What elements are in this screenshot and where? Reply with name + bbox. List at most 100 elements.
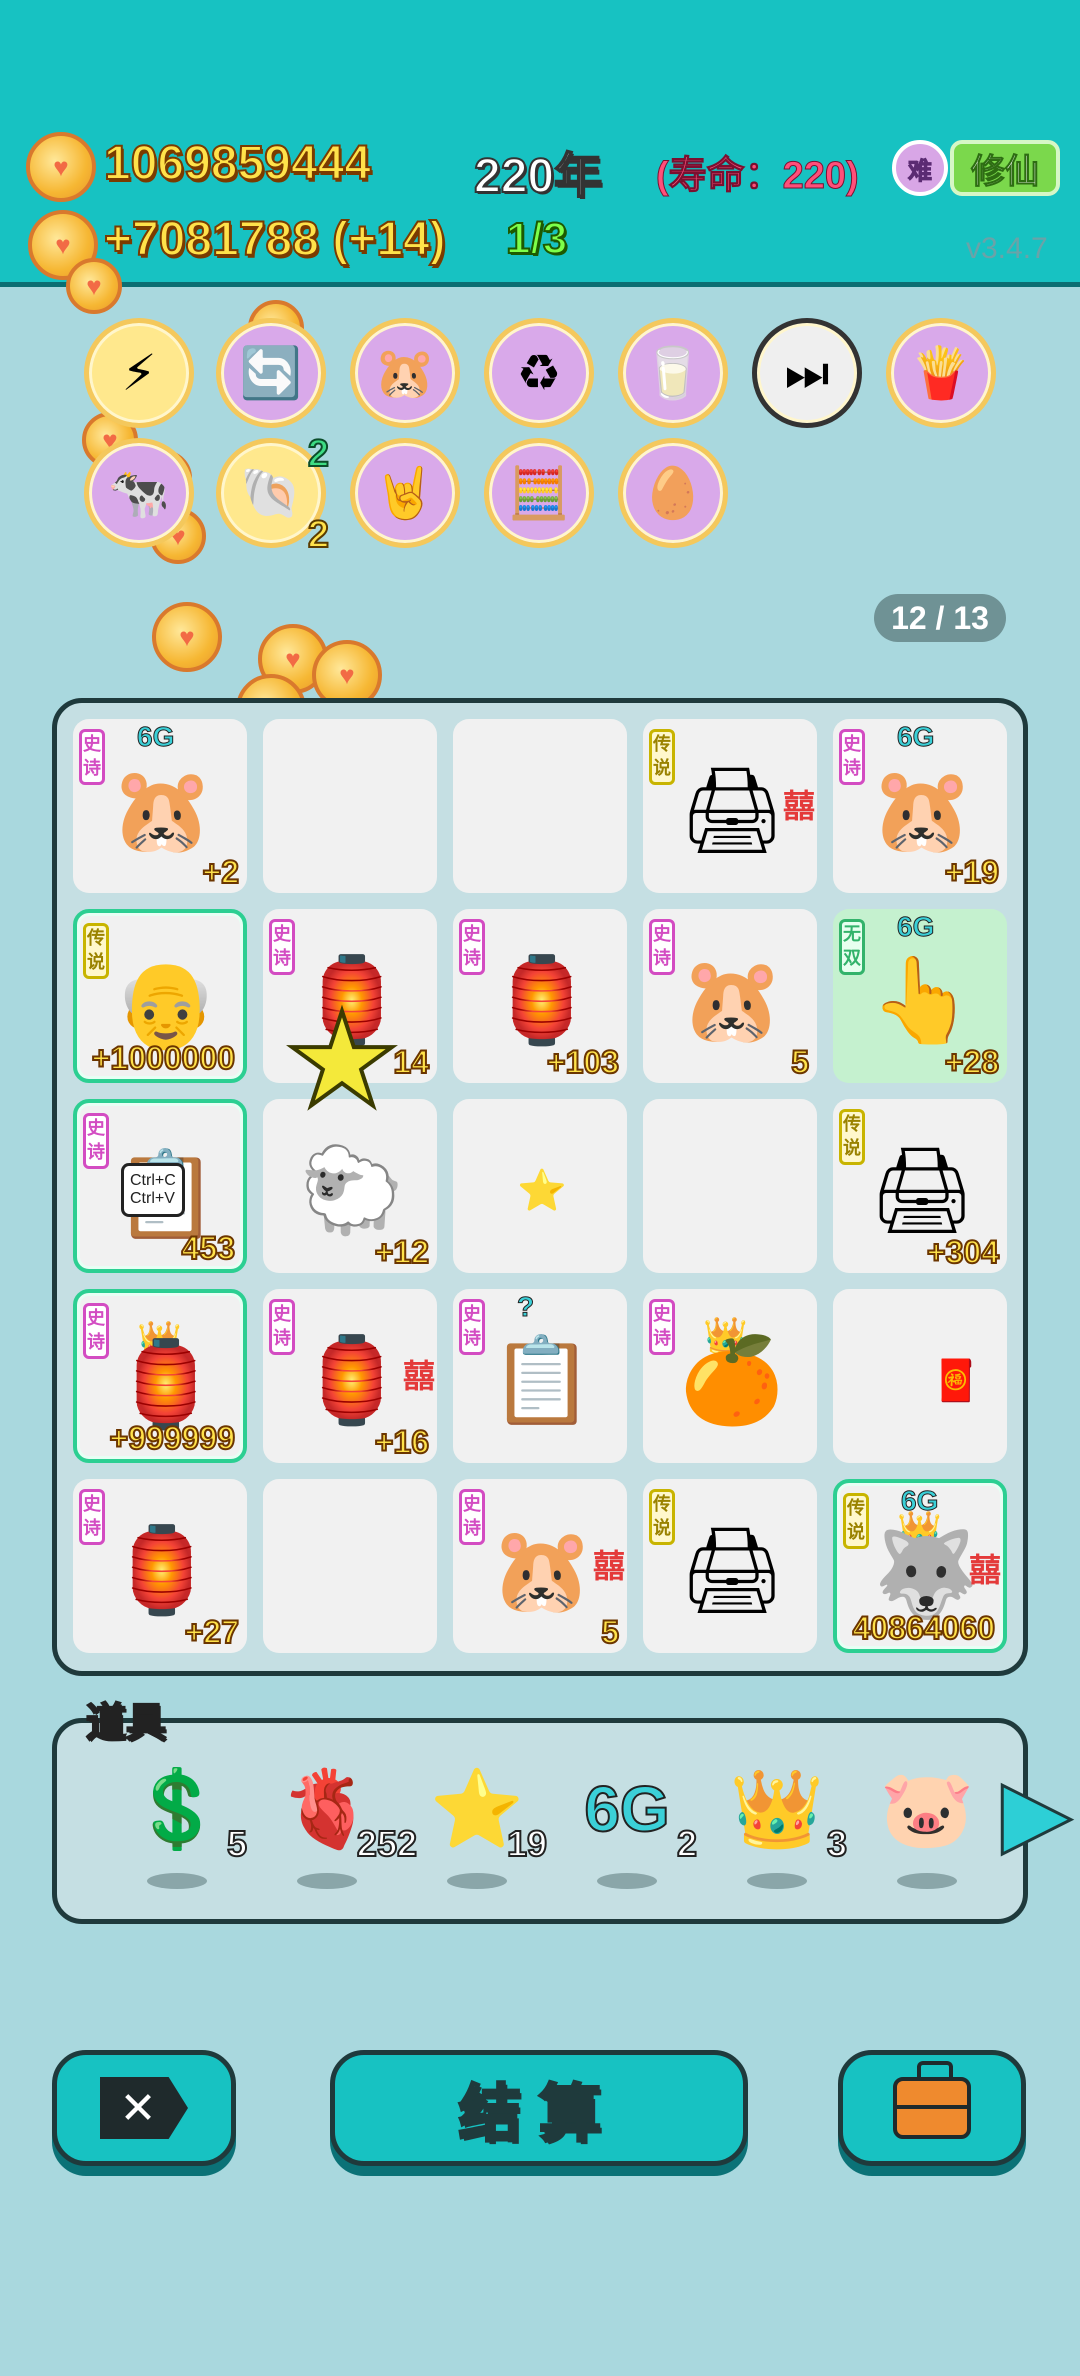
round-progress: 1/3 bbox=[505, 213, 568, 264]
tile-value: +27 bbox=[184, 1613, 240, 1651]
relic-three-hamsters-icon[interactable]: 🐹 bbox=[350, 318, 460, 428]
board-tile-rabbit-tent[interactable]: 史诗 🏮 囍 +16 bbox=[263, 1289, 437, 1463]
board-tile-printer[interactable]: 传说 🖨 +304 bbox=[833, 1099, 1007, 1273]
briefcase-icon bbox=[893, 2061, 971, 2139]
item-qty: 19 bbox=[506, 1822, 548, 1865]
coin-icon: ♥ bbox=[26, 132, 96, 202]
item-dollar-coin[interactable]: 💲 5 bbox=[107, 1753, 248, 1903]
close-button[interactable]: ✕ bbox=[52, 2050, 236, 2166]
item-6g[interactable]: 6G 2 bbox=[557, 1753, 698, 1903]
board-tile-empty[interactable] bbox=[453, 719, 627, 893]
board-tile-hamster[interactable]: 史诗 6G 🐹 +2 bbox=[73, 719, 247, 893]
board-tile-hamster[interactable]: 史诗 🐹 5 bbox=[643, 909, 817, 1083]
board-tile-printer[interactable]: 传说 🖨 bbox=[643, 1479, 817, 1653]
board-tile-printer[interactable]: 传说 🖨 囍 bbox=[643, 719, 817, 893]
board-tile-rabbit-tent[interactable]: 史诗 🏮 +27 bbox=[73, 1479, 247, 1653]
board-tile-hamster[interactable]: 史诗 6G 🐹 +19 bbox=[833, 719, 1007, 893]
rarity-tag: 史诗 bbox=[459, 1489, 485, 1545]
flying-coin-icon: ♥ bbox=[66, 258, 122, 314]
lifespan-display: (寿命：220) bbox=[656, 155, 860, 198]
item-qty: 3 bbox=[826, 1822, 848, 1865]
hamster-icon: 🐹 bbox=[869, 762, 975, 857]
tile-value: +999999 bbox=[109, 1419, 236, 1457]
dollar-coin-icon: 💲 bbox=[129, 1767, 225, 1852]
relic-skip-icon[interactable]: ⏭ bbox=[752, 318, 862, 428]
board-tile-small-star[interactable]: ⭐ bbox=[453, 1099, 627, 1273]
item-crown[interactable]: 👑 3 bbox=[707, 1753, 848, 1903]
board-tile-empty[interactable] bbox=[263, 1479, 437, 1653]
relic-shell-count: 2 bbox=[307, 513, 330, 557]
unknown-badge: ? bbox=[516, 1291, 535, 1323]
6g-badge: 6G bbox=[896, 911, 935, 943]
board-tile-copy-paste[interactable]: 史诗📋Ctrl+C Ctrl+V453 bbox=[73, 1099, 247, 1273]
tile-value: +304 bbox=[926, 1233, 1000, 1271]
board-tile-empty[interactable] bbox=[643, 1099, 817, 1273]
coin-total: 1069859444 bbox=[103, 136, 372, 191]
tile-value: +28 bbox=[944, 1043, 1000, 1081]
board-tile-fu-charm[interactable]: 🧧 bbox=[833, 1289, 1007, 1463]
double-happiness-icon: 囍 bbox=[968, 1552, 1001, 1588]
close-icon: ✕ bbox=[100, 2077, 188, 2139]
crown-icon: 👑 bbox=[729, 1767, 825, 1852]
double-happiness-icon: 囍 bbox=[592, 1548, 625, 1584]
difficulty-badge[interactable]: 难 bbox=[892, 140, 948, 196]
settle-button[interactable]: 结算 bbox=[330, 2050, 748, 2166]
board-tile-old-man[interactable]: 传说 👴 +1000000 bbox=[73, 909, 247, 1083]
rabbit-tent-icon: 🏮 bbox=[299, 1332, 405, 1427]
rarity-tag: 史诗 bbox=[649, 919, 675, 975]
rarity-tag: 传说 bbox=[649, 729, 675, 785]
6g-badge: 6G bbox=[896, 721, 935, 753]
board-tile-hamster[interactable]: 史诗 🐹 囍 5 bbox=[453, 1479, 627, 1653]
rarity-tag: 无双 bbox=[839, 919, 865, 975]
board-tile-pointing-hand[interactable]: 无双 6G 👆 +28 bbox=[833, 909, 1007, 1083]
item-liver[interactable]: 🫀 252 bbox=[257, 1753, 418, 1903]
board-tile-orange-crowned[interactable]: 史诗 👑 🍊 bbox=[643, 1289, 817, 1463]
relic-cow-icon[interactable]: 🐄 bbox=[84, 438, 194, 548]
printer-icon: 🖨 bbox=[868, 1142, 976, 1237]
board-tile-husky-crowned[interactable]: 传说 6G 👑 🐺 囍 40864060 bbox=[833, 1479, 1007, 1653]
orange-crowned-icon: 🍊 bbox=[679, 1332, 785, 1427]
tile-value: +12 bbox=[374, 1233, 430, 1271]
mode-button[interactable]: 修仙 bbox=[950, 140, 1060, 196]
item-star[interactable]: ⭐ 19 bbox=[407, 1753, 548, 1903]
rarity-tag: 史诗 bbox=[83, 1113, 109, 1169]
tile-value: 40864060 bbox=[852, 1609, 996, 1647]
tile-value: 5 bbox=[600, 1613, 620, 1651]
relic-fries-icon[interactable]: 🍟 bbox=[886, 318, 996, 428]
hamster-icon: 🐹 bbox=[489, 1522, 595, 1617]
relic-rock-hand-icon[interactable]: 🤘 bbox=[350, 438, 460, 548]
relic-lightning-icon[interactable]: ⚡ bbox=[84, 318, 194, 428]
relic-shell-icon[interactable]: 🐚 2 2 bbox=[216, 432, 330, 557]
rabbit-tent-icon: 🏮 bbox=[109, 1522, 215, 1617]
sheep-icon: 🐑 bbox=[299, 1142, 405, 1237]
items-next-arrow-icon[interactable]: ▶ bbox=[1000, 1767, 1072, 1860]
board-tile-rabbit-tent-crowned[interactable]: 史诗 👑 🏮 +999999 bbox=[73, 1289, 247, 1463]
relic-recycle-icon[interactable]: ♻ bbox=[484, 318, 594, 428]
board-tile-rabbit-tent[interactable]: 史诗 🏮 +103 bbox=[453, 909, 627, 1083]
relic-milk-jar-icon[interactable]: 🥛 bbox=[618, 318, 728, 428]
version-label: v3.4.7 bbox=[966, 232, 1048, 265]
rabbit-tent-icon: 🏮 bbox=[489, 952, 595, 1047]
relic-recycle-arrow-icon[interactable]: 🔄 bbox=[216, 318, 326, 428]
year-display: 220年 bbox=[473, 149, 603, 204]
rarity-tag: 史诗 bbox=[839, 729, 865, 785]
rarity-tag: 史诗 bbox=[83, 1303, 109, 1359]
tile-value: +19 bbox=[944, 853, 1000, 891]
rarity-tag: 史诗 bbox=[459, 1299, 485, 1355]
rarity-tag: 传说 bbox=[843, 1493, 869, 1549]
relic-math-kid-icon[interactable]: 🧮 bbox=[484, 438, 594, 548]
item-qty: 2 bbox=[676, 1822, 698, 1865]
copy-paste-icon: 📋 bbox=[489, 1332, 595, 1427]
double-happiness-icon: 囍 bbox=[782, 788, 815, 824]
rarity-tag: 史诗 bbox=[459, 919, 485, 975]
relic-egg-icon[interactable]: 🥚 bbox=[618, 438, 728, 548]
item-qty: 5 bbox=[226, 1822, 248, 1865]
board-page-indicator: 12 / 13 bbox=[874, 594, 1006, 642]
item-piggy-bank[interactable]: 🐷 bbox=[857, 1753, 997, 1903]
flying-coin-icon: ♥ bbox=[152, 602, 222, 672]
board-tile-empty[interactable] bbox=[263, 719, 437, 893]
tile-value: 453 bbox=[181, 1229, 236, 1267]
bag-button[interactable] bbox=[838, 2050, 1026, 2166]
6g-badge: 6G bbox=[136, 721, 175, 753]
board-tile-copy-paste[interactable]: 史诗? 📋 bbox=[453, 1289, 627, 1463]
